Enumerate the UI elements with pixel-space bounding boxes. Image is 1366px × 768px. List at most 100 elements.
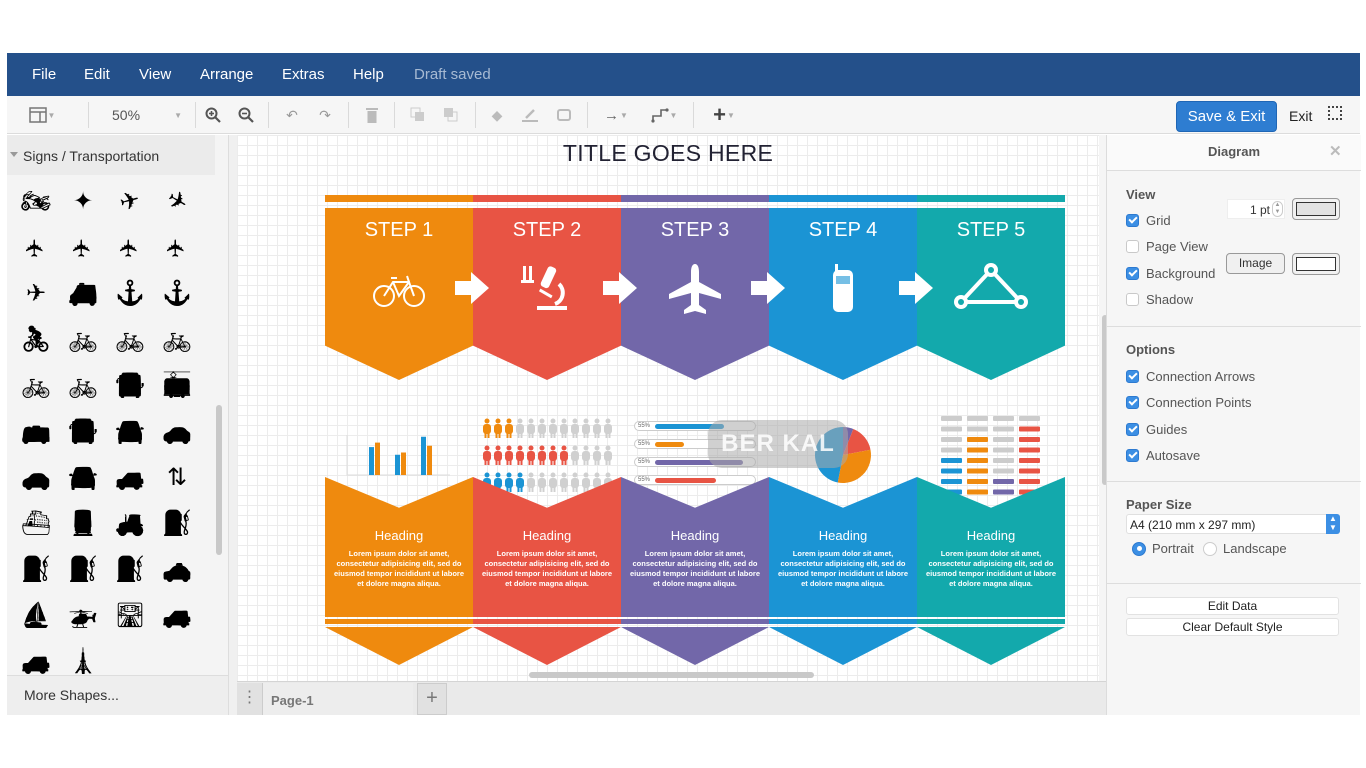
grid-color-swatch[interactable]: [1292, 198, 1340, 220]
clear-default-style-button[interactable]: Clear Default Style: [1126, 618, 1339, 636]
zoom-dropdown[interactable]: 50% ▼: [112, 104, 182, 126]
fill-color-button[interactable]: ◆: [487, 104, 507, 126]
page-tab[interactable]: Page-1: [263, 683, 413, 715]
bus-front-shape-icon[interactable]: 🚍: [111, 369, 149, 403]
plane-shape-icon[interactable]: ✈: [19, 229, 53, 267]
plane-side-shape-icon[interactable]: ✈: [17, 277, 55, 311]
menu-edit[interactable]: Edit: [84, 66, 110, 83]
car-side-shape-icon[interactable]: 🚗: [158, 415, 196, 449]
ferry-shape-icon[interactable]: ⛴: [17, 507, 55, 541]
shadow-checkbox[interactable]: Shadow: [1126, 292, 1193, 307]
ambulance-shape-icon[interactable]: 🚑: [64, 277, 102, 311]
boat-crane-shape-icon[interactable]: ⛵: [17, 599, 55, 633]
bicycle-shape-icon[interactable]: 🚲: [17, 369, 55, 403]
bus-side-shape-icon[interactable]: 🚌: [17, 415, 55, 449]
more-shapes-button[interactable]: More Shapes...: [7, 675, 228, 715]
bicycle-shape-icon[interactable]: 🚲: [158, 323, 196, 357]
exit-button[interactable]: Exit: [1289, 108, 1312, 124]
zoom-out-button[interactable]: [236, 104, 256, 126]
grid-checkbox[interactable]: Grid: [1126, 213, 1171, 228]
airbag-shape-icon[interactable]: ✦: [64, 185, 102, 219]
step-graphic[interactable]: [917, 365, 1065, 495]
to-front-button[interactable]: [408, 104, 428, 126]
connection-arrows-checkbox[interactable]: Connection Arrows: [1126, 369, 1255, 384]
grid-size-input[interactable]: 1 pt ▲ ▼: [1227, 199, 1285, 219]
plane-shape-icon[interactable]: ✈: [66, 229, 100, 267]
step-column[interactable]: STEP 5 Heading Lorem ipsum dolor sit ame…: [917, 195, 1065, 665]
guides-checkbox[interactable]: Guides: [1126, 422, 1187, 437]
taxi-bus-shape-icon[interactable]: 🚕: [158, 553, 196, 587]
shadow-button[interactable]: [554, 104, 574, 126]
highway-shape-icon[interactable]: 🛣: [111, 599, 149, 633]
autosave-checkbox[interactable]: Autosave: [1126, 448, 1200, 463]
line-color-button[interactable]: [520, 104, 540, 126]
step-body-block[interactable]: [917, 477, 1065, 617]
atv-shape-icon[interactable]: 🏍: [17, 185, 55, 219]
zoom-in-button[interactable]: [203, 104, 223, 126]
redo-button[interactable]: ↷: [315, 104, 335, 126]
step-graphic[interactable]: [473, 365, 621, 495]
menu-view[interactable]: View: [139, 66, 171, 83]
sidebar-scrollbar[interactable]: [216, 405, 222, 555]
connection-style-button[interactable]: → ▼: [599, 104, 633, 126]
infographic[interactable]: STEP 1 Heading Lorem ipsum dolor sit ame…: [325, 195, 1067, 665]
step-column[interactable]: STEP 1 Heading Lorem ipsum dolor sit ame…: [325, 195, 473, 665]
step-body-block[interactable]: [473, 477, 621, 617]
lighthouse-shape-icon[interactable]: 🗼: [64, 645, 102, 679]
step-body-block[interactable]: [769, 477, 917, 617]
diagram-canvas[interactable]: TITLE GOES HERE STEP 1 Heading Lorem ips…: [237, 135, 1099, 681]
menu-extras[interactable]: Extras: [282, 66, 325, 83]
plane-takeoff-shape-icon[interactable]: ✈: [107, 181, 153, 224]
car-front-shape-icon[interactable]: 🚘: [111, 415, 149, 449]
edit-data-button[interactable]: Edit Data: [1126, 597, 1339, 615]
close-icon[interactable]: ✕: [1329, 142, 1342, 160]
waypoints-button[interactable]: ▼: [647, 104, 681, 126]
bus-front-shape-icon[interactable]: 🚍: [64, 415, 102, 449]
page-view-checkbox[interactable]: Page View: [1126, 239, 1208, 254]
horizontal-scrollbar[interactable]: [237, 668, 1099, 681]
plane-landing-shape-icon[interactable]: ✈: [152, 178, 202, 226]
step-column[interactable]: STEP 2 Heading Lorem ipsum dolor sit ame…: [473, 195, 621, 665]
save-and-exit-button[interactable]: Save & Exit: [1176, 101, 1277, 132]
background-checkbox[interactable]: Background: [1126, 266, 1215, 281]
fuel-pump-shape-icon[interactable]: ⛽: [158, 507, 196, 541]
pages-menu-button[interactable]: ⋮: [237, 683, 263, 715]
bicycle-shape-icon[interactable]: 🚲: [64, 369, 102, 403]
format-panel-button[interactable]: ▼: [27, 104, 57, 126]
tram-shape-icon[interactable]: 🚋: [158, 369, 196, 403]
forklift-shape-icon[interactable]: 🚜: [111, 507, 149, 541]
landscape-radio[interactable]: Landscape: [1203, 541, 1287, 556]
menu-file[interactable]: File: [32, 66, 56, 83]
step-body-block[interactable]: [325, 477, 473, 617]
plane-shape-icon[interactable]: ✈: [160, 229, 194, 267]
delete-button[interactable]: [362, 104, 382, 126]
jeep-shape-icon[interactable]: 🚙: [17, 645, 55, 679]
add-page-button[interactable]: +: [417, 683, 447, 715]
background-image-button[interactable]: Image: [1226, 253, 1285, 274]
cyclist-shape-icon[interactable]: 🚴: [17, 323, 55, 357]
fuel-pump-shape-icon[interactable]: ⛽: [64, 553, 102, 587]
sidebar-splitter[interactable]: [229, 135, 237, 715]
jeep-shape-icon[interactable]: 🚙: [158, 599, 196, 633]
car-front-shape-icon[interactable]: 🚘: [64, 461, 102, 495]
road-split-shape-icon[interactable]: ⇅: [158, 461, 196, 495]
anchor-shape-icon[interactable]: ⚓: [158, 277, 196, 311]
step-body-block[interactable]: [621, 477, 769, 617]
background-color-swatch[interactable]: [1292, 253, 1340, 275]
portrait-radio[interactable]: Portrait: [1132, 541, 1194, 556]
helicopter-shape-icon[interactable]: 🚁: [64, 599, 102, 633]
plane-shape-icon[interactable]: ✈: [113, 229, 147, 267]
step-graphic[interactable]: [325, 365, 473, 495]
bicycle-shape-icon[interactable]: 🚲: [64, 323, 102, 357]
fuel-pump-shape-icon[interactable]: ⛽: [111, 553, 149, 587]
paper-size-select[interactable]: A4 (210 mm x 297 mm) ▲ ▼: [1126, 514, 1340, 534]
train-shape-icon[interactable]: 🚆: [64, 507, 102, 541]
anchor-shape-icon[interactable]: ⚓: [111, 277, 149, 311]
to-back-button[interactable]: [441, 104, 461, 126]
bicycle-shape-icon[interactable]: 🚲: [111, 323, 149, 357]
fuel-pump-shape-icon[interactable]: ⛽: [17, 553, 55, 587]
menu-help[interactable]: Help: [353, 66, 384, 83]
undo-button[interactable]: ↶: [282, 104, 302, 126]
menu-arrange[interactable]: Arrange: [200, 66, 253, 83]
car-side-shape-icon[interactable]: 🚗: [17, 461, 55, 495]
